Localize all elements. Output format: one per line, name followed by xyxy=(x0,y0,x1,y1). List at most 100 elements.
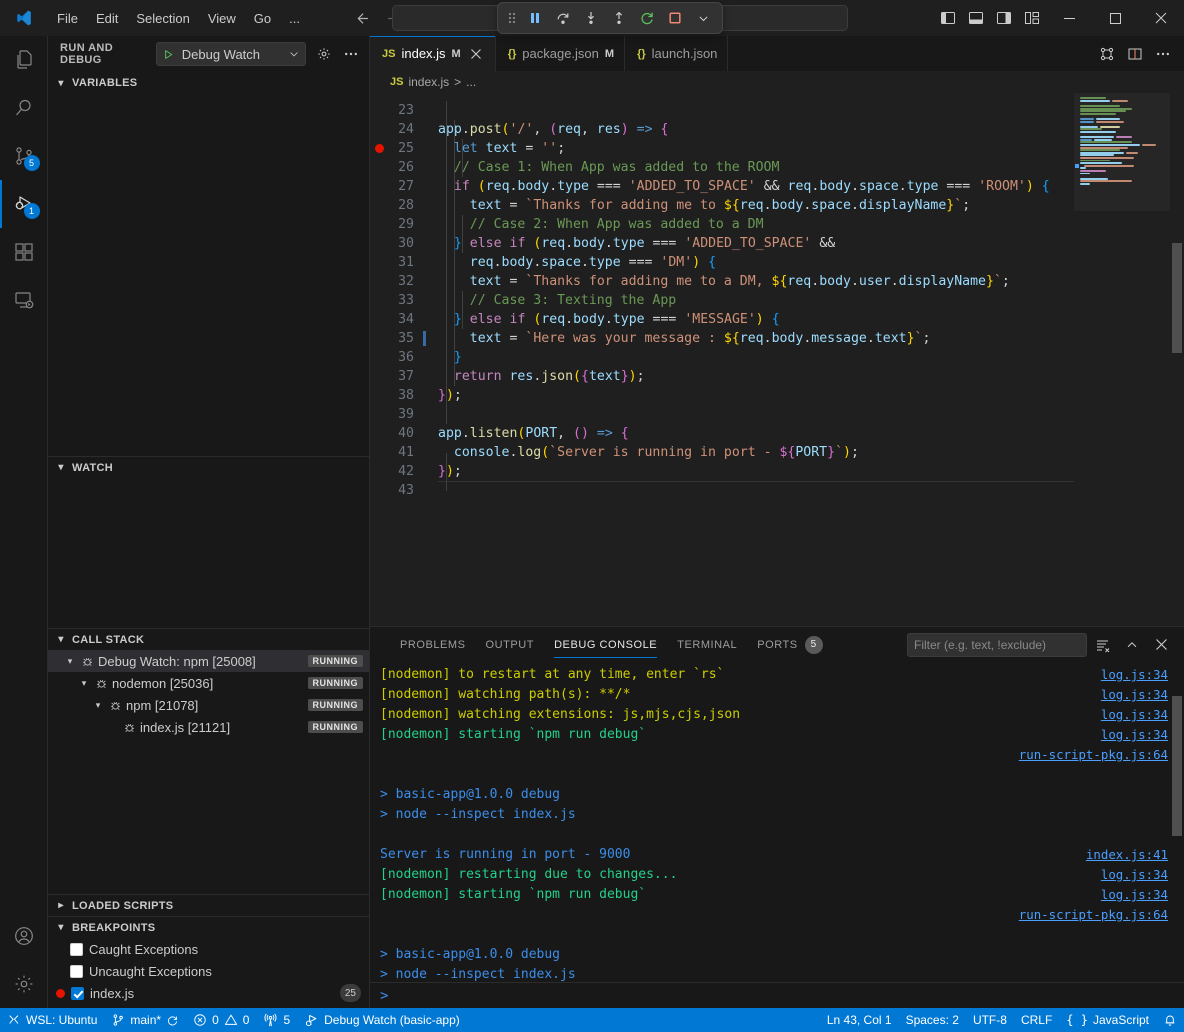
status-editor-eol[interactable]: CRLF xyxy=(1014,1008,1059,1032)
step-out-button[interactable] xyxy=(606,6,632,30)
session-dropdown-button[interactable] xyxy=(690,6,716,30)
close-panel-icon[interactable] xyxy=(1148,632,1174,658)
pane-header-watch[interactable]: ▾ WATCH xyxy=(48,456,369,478)
menu-file[interactable]: File xyxy=(48,7,87,30)
code-lines[interactable]: app.post('/', (req, res) => { let text =… xyxy=(432,93,1184,626)
clear-console-icon[interactable] xyxy=(1090,632,1116,658)
sidebar-more-actions-icon[interactable] xyxy=(341,43,361,65)
panel-tab-problems[interactable]: PROBLEMS xyxy=(390,627,476,662)
activitybar-item-explorer[interactable] xyxy=(0,36,48,84)
call-stack-row-npm[interactable]: ▾ npm [21078] RUNNING xyxy=(48,694,369,716)
toggle-secondary-sidebar-icon[interactable] xyxy=(990,2,1018,34)
toggle-primary-sidebar-icon[interactable] xyxy=(934,2,962,34)
stop-button[interactable] xyxy=(662,6,688,30)
activitybar-item-run-and-debug[interactable]: 1 xyxy=(0,180,48,228)
chevron-down-icon[interactable]: ▾ xyxy=(76,678,92,689)
status-editor-indentation[interactable]: Spaces: 2 xyxy=(899,1008,966,1032)
console-source-link[interactable]: index.js:41 xyxy=(1086,845,1168,865)
sync-icon[interactable] xyxy=(166,1014,179,1027)
drag-grip-icon[interactable] xyxy=(504,10,520,26)
status-editor-language[interactable]: { } JavaScript xyxy=(1059,1008,1156,1032)
toggle-panel-icon[interactable] xyxy=(962,2,990,34)
panel-tab-output[interactable]: OUTPUT xyxy=(476,627,545,662)
activitybar-item-manage[interactable] xyxy=(0,960,48,1008)
status-remote-indicator[interactable]: WSL: Ubuntu xyxy=(0,1008,104,1032)
console-source-link[interactable]: log.js:34 xyxy=(1101,865,1168,885)
pane-header-breakpoints[interactable]: ▾ BREAKPOINTS xyxy=(48,916,369,938)
status-editor-encoding[interactable]: UTF-8 xyxy=(966,1008,1014,1032)
console-scrollbar-thumb[interactable] xyxy=(1172,696,1182,836)
chevron-up-icon[interactable] xyxy=(1119,632,1145,658)
breadcrumb[interactable]: JS index.js > ... xyxy=(370,71,1184,93)
call-stack-row-session[interactable]: ▾ Debug Watch: npm [25008] RUNNING xyxy=(48,650,369,672)
debug-console-input-row[interactable]: > xyxy=(370,982,1184,1008)
chevron-down-icon[interactable] xyxy=(288,48,300,60)
tab-index-js[interactable]: JS index.js M xyxy=(370,36,496,71)
activitybar-item-source-control[interactable]: 5 xyxy=(0,132,48,180)
chevron-right-icon[interactable]: ▸ xyxy=(54,900,68,911)
status-debug-session[interactable]: Debug Watch (basic-app) xyxy=(297,1008,467,1032)
chevron-down-icon[interactable]: ▾ xyxy=(90,700,106,711)
debug-settings-gear-icon[interactable] xyxy=(314,43,334,65)
breakpoint-row-indexjs[interactable]: index.js 25 xyxy=(48,982,369,1004)
window-maximize-button[interactable] xyxy=(1092,0,1138,36)
line-number-gutter[interactable]: 23 24 25 26 27 28 29 30 31 32 33 34 xyxy=(370,93,432,626)
minimap[interactable] xyxy=(1074,93,1170,626)
tab-launch-json[interactable]: {} launch.json xyxy=(625,36,728,71)
step-over-button[interactable] xyxy=(550,6,576,30)
activitybar-item-search[interactable] xyxy=(0,84,48,132)
console-source-link[interactable]: run-script-pkg.js:64 xyxy=(1019,745,1168,765)
chevron-down-icon[interactable]: ▾ xyxy=(54,462,68,473)
activitybar-item-extensions[interactable] xyxy=(0,228,48,276)
status-problems[interactable]: 0 0 xyxy=(186,1008,256,1032)
console-source-link[interactable]: log.js:34 xyxy=(1101,665,1168,685)
menu-more[interactable]: ... xyxy=(280,7,309,30)
checkbox[interactable] xyxy=(70,943,83,956)
panel-tab-ports[interactable]: PORTS 5 xyxy=(747,627,832,662)
pane-header-call-stack[interactable]: ▾ CALL STACK xyxy=(48,628,369,650)
breakpoint-row-caught-exceptions[interactable]: Caught Exceptions xyxy=(48,938,369,960)
arrow-left-icon[interactable] xyxy=(353,10,370,27)
split-editor-icon[interactable] xyxy=(1122,41,1148,67)
checkbox[interactable] xyxy=(71,987,84,1000)
console-source-link[interactable]: log.js:34 xyxy=(1101,705,1168,725)
pane-header-variables[interactable]: ▾ VARIABLES xyxy=(48,72,369,94)
status-ports-forwarded[interactable]: 5 xyxy=(256,1008,297,1032)
customize-layout-icon[interactable] xyxy=(1018,2,1046,34)
menu-go[interactable]: Go xyxy=(245,7,280,30)
breadcrumb-file[interactable]: index.js xyxy=(408,75,449,89)
console-source-link[interactable]: log.js:34 xyxy=(1101,725,1168,745)
debug-config-dropdown[interactable]: Debug Watch xyxy=(156,42,306,66)
chevron-down-icon[interactable]: ▾ xyxy=(54,78,68,89)
pause-button[interactable] xyxy=(522,6,548,30)
menu-selection[interactable]: Selection xyxy=(127,7,198,30)
status-editor-position[interactable]: Ln 43, Col 1 xyxy=(820,1008,899,1032)
tab-package-json[interactable]: {} package.json M xyxy=(496,36,625,71)
menu-edit[interactable]: Edit xyxy=(87,7,127,30)
bell-icon[interactable] xyxy=(1163,1013,1177,1027)
run-or-debug-icon[interactable] xyxy=(1094,41,1120,67)
console-source-link[interactable]: log.js:34 xyxy=(1101,885,1168,905)
breadcrumb-rest[interactable]: ... xyxy=(466,75,476,89)
chevron-down-icon[interactable]: ▾ xyxy=(54,922,68,933)
window-close-button[interactable] xyxy=(1138,0,1184,36)
close-icon[interactable] xyxy=(467,45,485,63)
menu-view[interactable]: View xyxy=(199,7,245,30)
editor-content[interactable]: 23 24 25 26 27 28 29 30 31 32 33 34 xyxy=(370,93,1184,626)
console-source-link[interactable]: log.js:34 xyxy=(1101,685,1168,705)
editor-scrollbar-thumb[interactable] xyxy=(1172,243,1182,353)
play-icon[interactable] xyxy=(162,48,175,61)
status-notifications[interactable] xyxy=(1156,1008,1184,1032)
activitybar-item-accounts[interactable] xyxy=(0,912,48,960)
chevron-down-icon[interactable]: ▾ xyxy=(62,656,78,667)
panel-tab-terminal[interactable]: TERMINAL xyxy=(667,627,747,662)
editor-scrollbar[interactable] xyxy=(1170,93,1184,626)
status-git-branch[interactable]: main* xyxy=(104,1008,186,1032)
debug-toolbar[interactable] xyxy=(497,2,723,34)
pane-header-loaded-scripts[interactable]: ▸ LOADED SCRIPTS xyxy=(48,894,369,916)
debug-console-output[interactable]: [nodemon] to restart at any time, enter … xyxy=(370,662,1184,982)
step-into-button[interactable] xyxy=(578,6,604,30)
call-stack-row-nodemon[interactable]: ▾ nodemon [25036] RUNNING xyxy=(48,672,369,694)
call-stack-row-indexjs[interactable]: index.js [21121] RUNNING xyxy=(48,716,369,738)
window-minimize-button[interactable] xyxy=(1046,0,1092,36)
